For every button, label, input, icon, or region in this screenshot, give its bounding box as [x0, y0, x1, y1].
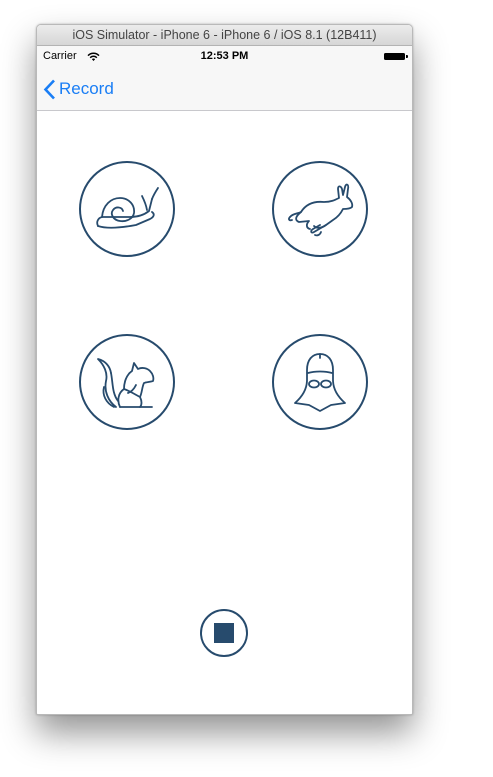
back-button[interactable]: Record — [43, 77, 114, 101]
squirrel-effect-button[interactable] — [79, 334, 175, 430]
window-titlebar: iOS Simulator - iPhone 6 - iPhone 6 / iO… — [37, 25, 412, 46]
snail-icon — [96, 187, 159, 229]
stop-icon — [214, 623, 234, 643]
simulator-window: iOS Simulator - iPhone 6 - iPhone 6 / iO… — [36, 24, 413, 715]
darth-vader-effect-button[interactable] — [272, 334, 368, 430]
rabbit-icon — [288, 183, 354, 237]
back-button-label: Record — [59, 79, 114, 98]
battery-icon — [384, 53, 408, 60]
navigation-bar: Record — [37, 66, 412, 111]
darth-vader-icon — [294, 353, 346, 412]
stop-button[interactable] — [200, 609, 248, 657]
rabbit-effect-button[interactable] — [272, 161, 368, 257]
effects-screen — [37, 111, 412, 714]
snail-effect-button[interactable] — [79, 161, 175, 257]
chevron-left-icon — [43, 79, 55, 99]
squirrel-icon — [97, 358, 155, 408]
status-time: 12:53 PM — [200, 50, 249, 62]
status-bar: Carrier 12:53 PM — [37, 46, 412, 66]
